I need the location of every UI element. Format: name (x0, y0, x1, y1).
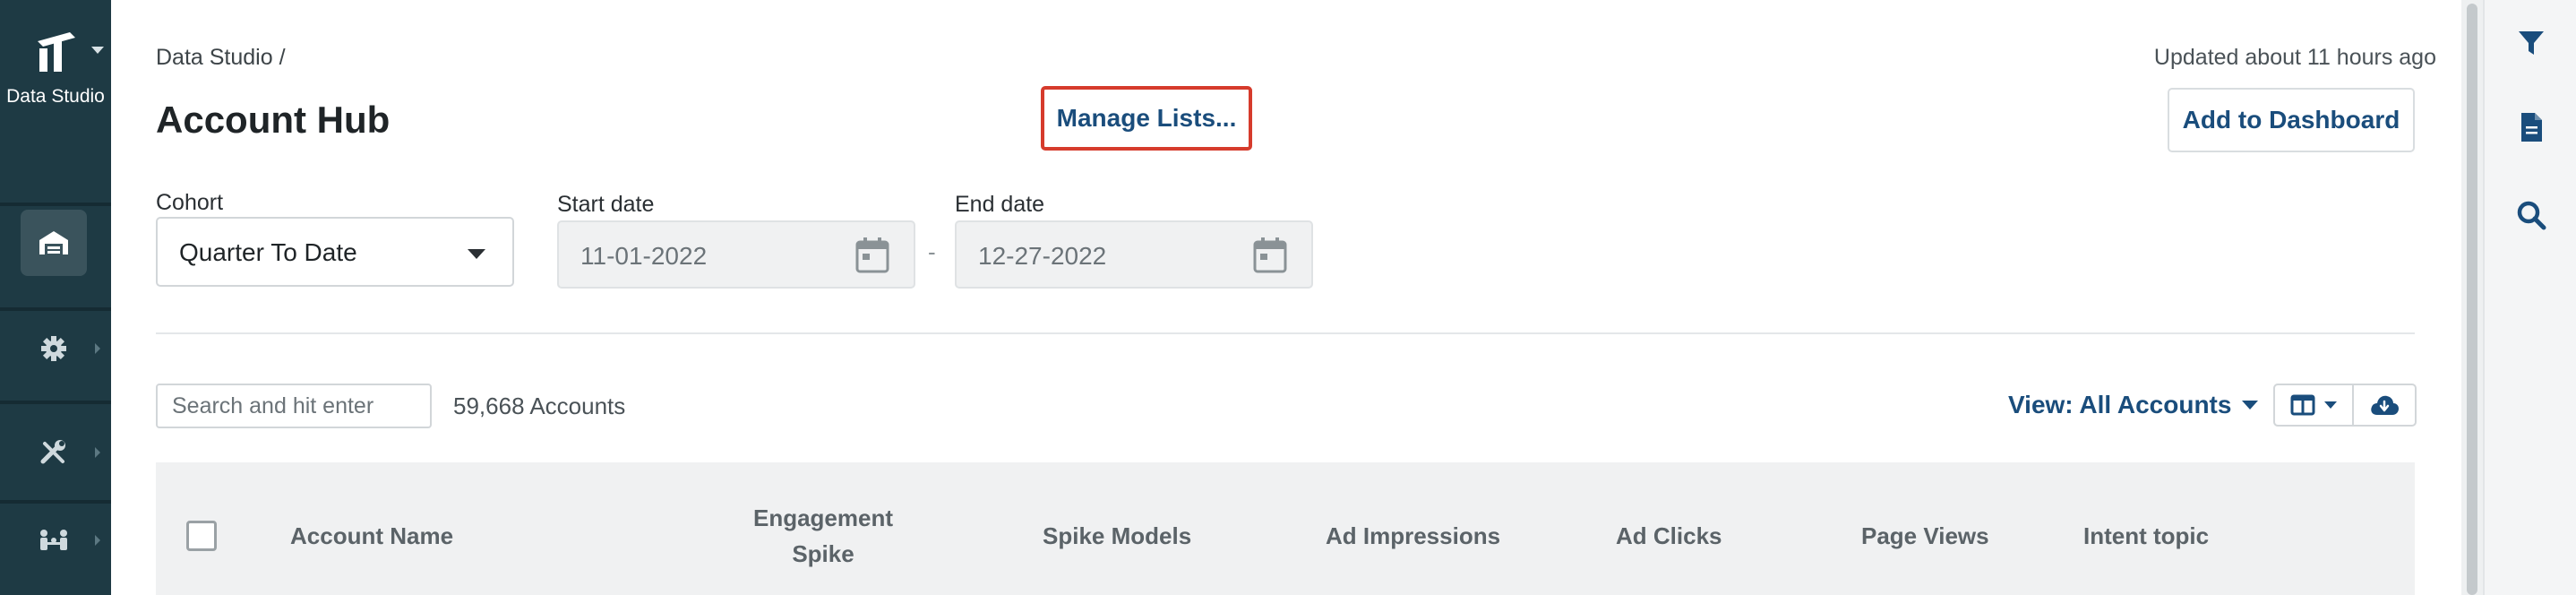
cohort-select[interactable]: Quarter To Date (156, 217, 514, 287)
start-date-field[interactable]: 11-01-2022 (557, 220, 915, 289)
nav-divider (0, 401, 111, 404)
breadcrumb[interactable]: Data Studio / (156, 45, 286, 71)
add-to-dashboard-button[interactable]: Add to Dashboard (2168, 88, 2415, 152)
app-switcher[interactable]: Data Studio (0, 22, 111, 120)
account-count: 59,668 Accounts (453, 392, 626, 419)
filter-icon (2519, 31, 2544, 55)
people-network-icon (40, 530, 67, 550)
date-range-separator: - (928, 238, 936, 265)
filter-button[interactable] (2510, 22, 2553, 65)
nav-item-settings[interactable] (21, 315, 87, 382)
column-header-label: Ad Clicks (1616, 522, 1722, 549)
chevron-right-icon (95, 447, 100, 458)
scrollbar-thumb[interactable] (2467, 4, 2477, 595)
chevron-down-icon (91, 47, 104, 54)
app-root: Data Studio Data Studio / Updated about … (0, 0, 2576, 595)
calendar-icon[interactable] (1252, 237, 1288, 274)
column-header-label: Account Name (290, 522, 454, 549)
nav-item-account-hub[interactable] (21, 210, 87, 276)
nav-item-tools[interactable] (21, 419, 87, 486)
section-divider (156, 332, 2415, 334)
end-date-value: 12-27-2022 (978, 242, 1107, 270)
search-input[interactable] (156, 384, 432, 428)
download-button[interactable] (2354, 385, 2415, 425)
caret-down-icon (2324, 401, 2337, 409)
table-actions-group (2273, 384, 2417, 427)
nav-divider (0, 307, 111, 311)
caret-down-icon (2242, 401, 2259, 410)
column-header-label: Intent topic (2083, 522, 2210, 549)
column-header-label: Engagement (752, 504, 894, 531)
nav-divider (0, 500, 111, 504)
calendar-icon[interactable] (854, 237, 890, 274)
column-chooser-button[interactable] (2275, 385, 2354, 425)
vertical-scrollbar[interactable] (2461, 0, 2483, 595)
warehouse-icon (39, 231, 68, 254)
column-header-account-name[interactable]: Account Name (290, 518, 453, 554)
cloud-download-icon (2371, 395, 2399, 415)
select-all-checkbox[interactable] (186, 521, 217, 551)
column-header-intent-topic[interactable]: Intent topic (2083, 518, 2209, 554)
column-header-spike-models[interactable]: Spike Models (1043, 518, 1191, 554)
gear-icon (41, 336, 66, 361)
caret-down-icon (468, 249, 485, 259)
manage-lists-button[interactable]: Manage Lists... (1041, 86, 1252, 151)
column-header-ad-clicks[interactable]: Ad Clicks (1616, 518, 1722, 554)
columns-icon (2290, 394, 2315, 416)
main-content: Data Studio / Updated about 11 hours ago… (111, 0, 2461, 595)
right-rail (2483, 0, 2576, 595)
column-header-page-views[interactable]: Page Views (1861, 518, 1989, 554)
document-button[interactable] (2510, 106, 2553, 149)
nav-item-people[interactable] (21, 507, 87, 573)
chevron-right-icon (95, 535, 100, 546)
chevron-right-icon (95, 343, 100, 354)
column-header-label: Ad Impressions (1326, 522, 1501, 549)
view-selector[interactable]: View: All Accounts (2008, 391, 2259, 419)
search-button[interactable] (2510, 194, 2553, 237)
column-header-ad-impressions[interactable]: Ad Impressions (1326, 518, 1500, 554)
end-date-field[interactable]: 12-27-2022 (955, 220, 1313, 289)
app-label: Data Studio (6, 86, 105, 107)
document-icon (2521, 113, 2542, 142)
search-icon (2517, 201, 2546, 230)
cohort-label: Cohort (156, 190, 224, 215)
tools-icon (40, 440, 65, 464)
column-header-label: Spike (792, 540, 854, 567)
view-label: View: All Accounts (2008, 391, 2232, 418)
end-date-label: End date (955, 192, 1045, 217)
start-date-value: 11-01-2022 (580, 242, 708, 270)
updated-timestamp: Updated about 11 hours ago (2153, 45, 2436, 70)
nav-divider (0, 203, 111, 206)
column-header-label: Page Views (1861, 522, 1989, 549)
column-header-engagement-spike[interactable]: Engagement Spike (729, 500, 917, 572)
logo-icon (38, 32, 75, 72)
start-date-label: Start date (557, 192, 655, 217)
left-navigation: Data Studio (0, 0, 111, 595)
column-header-label: Spike Models (1043, 522, 1192, 549)
page-title: Account Hub (156, 99, 391, 141)
cohort-value: Quarter To Date (179, 238, 357, 266)
table-header: Account Name Engagement Spike Spike Mode… (156, 462, 2415, 595)
